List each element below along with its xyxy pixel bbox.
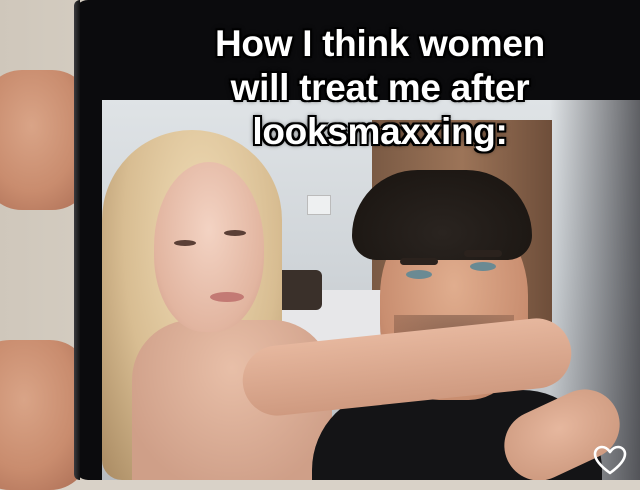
- light-switch: [307, 195, 331, 215]
- man-brow-left: [400, 258, 438, 265]
- woman-eye-left: [174, 240, 196, 246]
- man-brow-right: [464, 250, 502, 257]
- heart-outline-icon: [593, 445, 627, 480]
- woman-eye-right: [224, 230, 246, 236]
- caption-line-1: How I think women: [215, 23, 545, 64]
- man-eye-left: [406, 270, 432, 279]
- video-caption: How I think women will treat me after lo…: [140, 22, 620, 154]
- caption-line-2: will treat me after: [230, 67, 530, 108]
- phone-edge: [74, 0, 80, 480]
- man-eye-right: [470, 262, 496, 271]
- video-frame[interactable]: [102, 100, 640, 480]
- woman-lips: [210, 292, 244, 302]
- man-hair: [352, 170, 532, 260]
- like-button[interactable]: [590, 444, 630, 480]
- woman-face: [154, 162, 264, 332]
- caption-line-3: looksmaxxing:: [252, 111, 508, 152]
